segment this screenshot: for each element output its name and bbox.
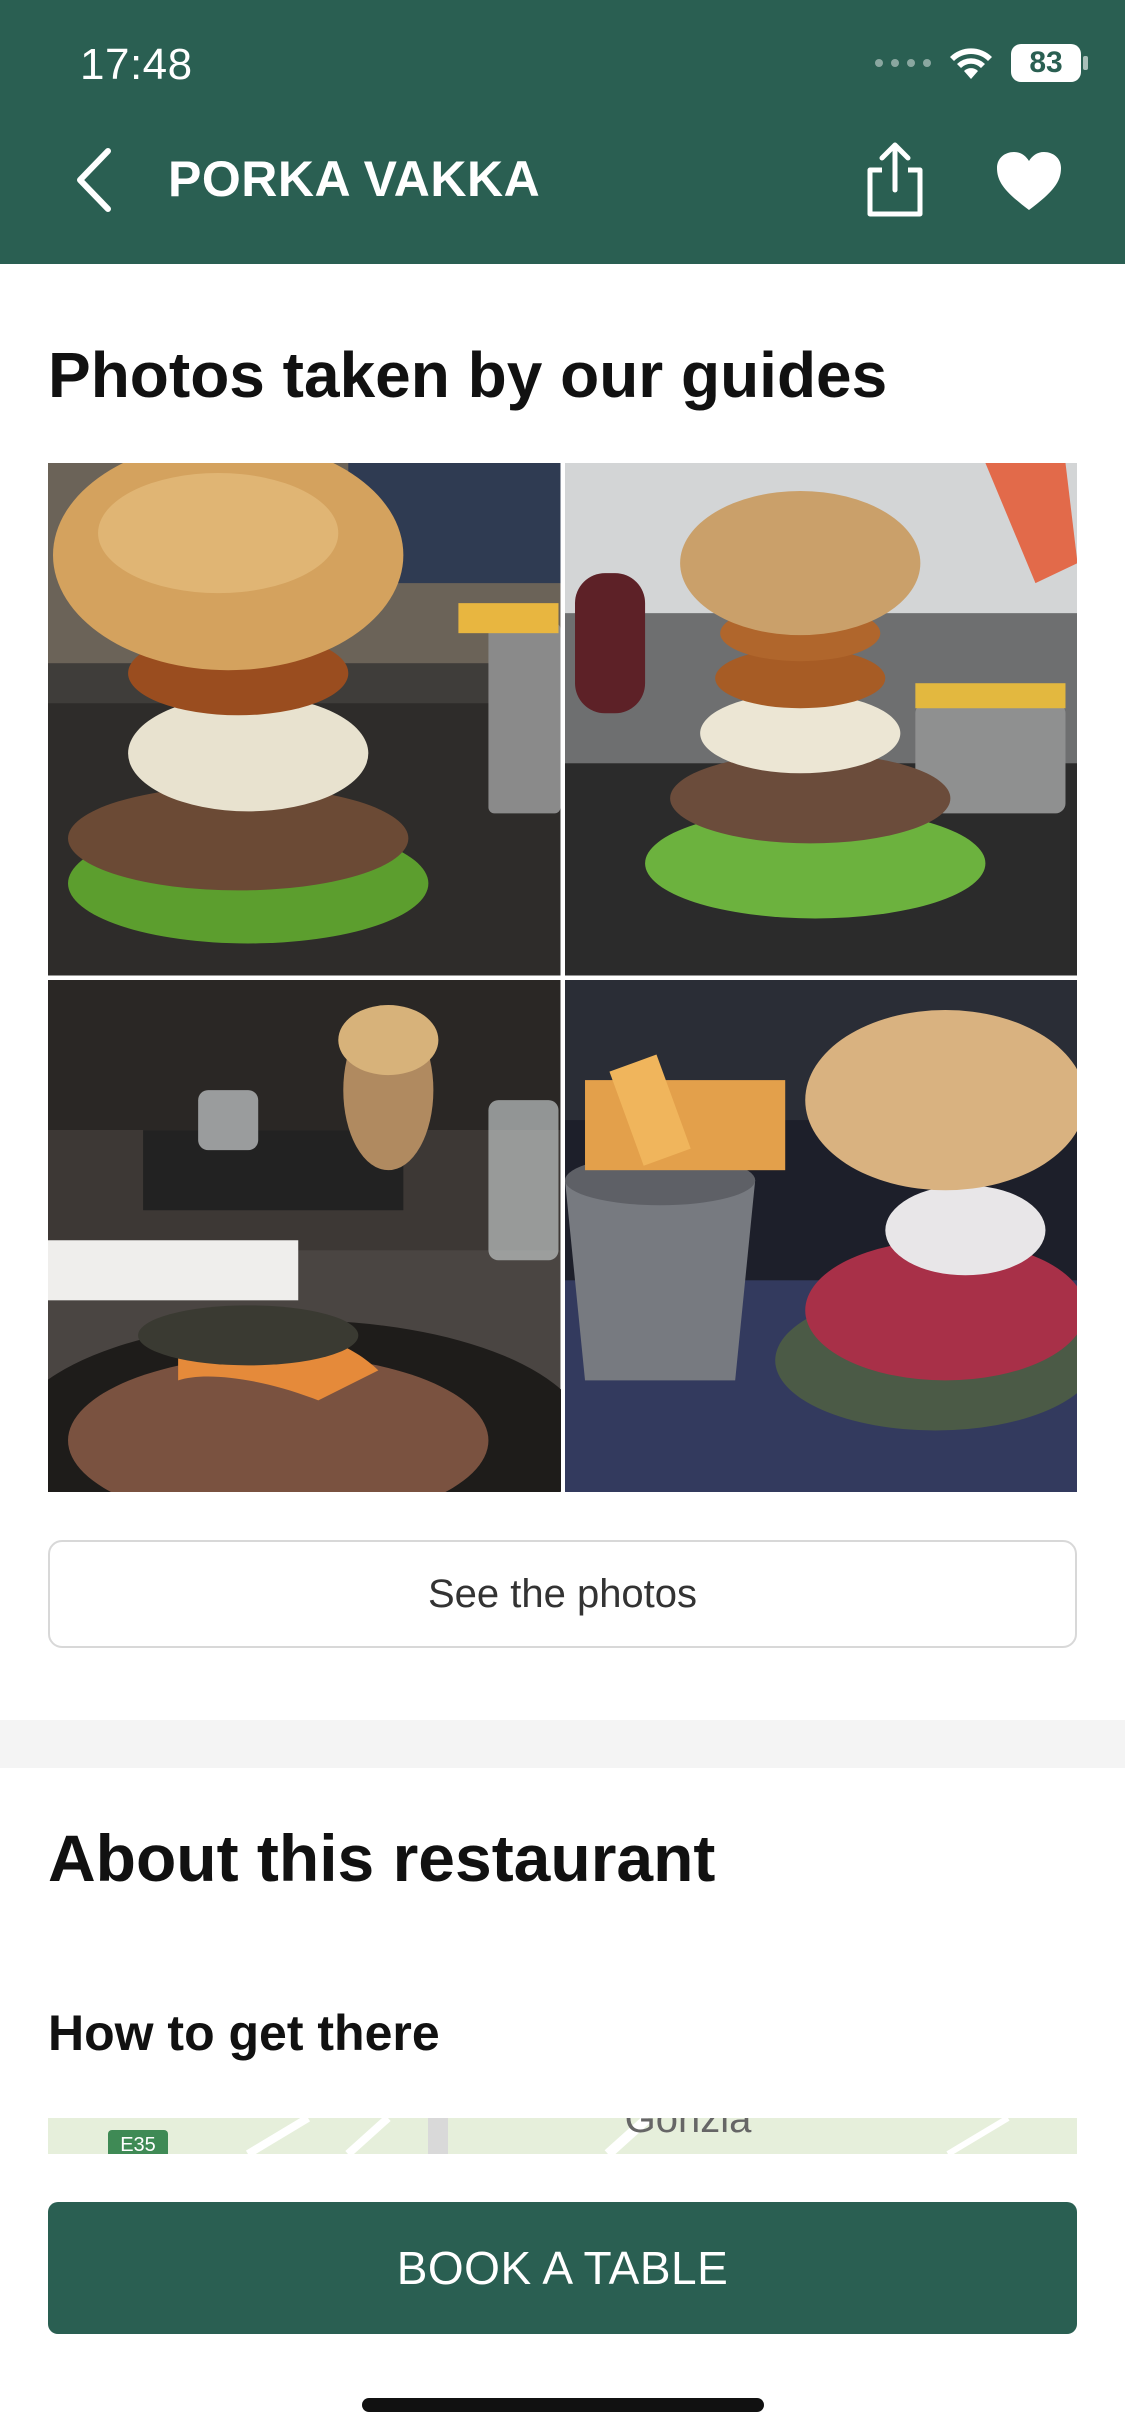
road-badge: E35 (120, 2134, 156, 2154)
map-preview[interactable]: E35 Gorizia (48, 2118, 1077, 2154)
see-photos-button[interactable]: See the photos (48, 1540, 1077, 1648)
how-to-get-there-title: How to get there (48, 2005, 440, 2061)
burger-photo[interactable] (48, 463, 561, 976)
heart-icon[interactable] (995, 150, 1063, 212)
wifi-icon (950, 48, 992, 79)
section-divider (0, 1720, 1125, 1768)
home-indicator (362, 2398, 764, 2412)
share-icon[interactable] (860, 140, 930, 220)
photo-grid (48, 463, 1077, 1492)
signal-icon (875, 59, 931, 67)
status-time: 17:48 (80, 40, 193, 89)
page-title: PORKA VAKKA (168, 151, 541, 207)
book-table-button[interactable]: BOOK A TABLE (48, 2202, 1077, 2334)
status-icons: 83 (875, 44, 1088, 82)
burger-photo[interactable] (564, 463, 1077, 976)
photos-section-title: Photos taken by our guides (48, 339, 888, 411)
burger-fries-photo[interactable] (564, 979, 1077, 1492)
battery-icon: 83 (1011, 44, 1088, 82)
back-icon[interactable] (70, 145, 120, 215)
about-section-title: About this restaurant (48, 1821, 716, 1895)
battery-level: 83 (1029, 46, 1063, 79)
steak-photo[interactable] (48, 979, 561, 1492)
map-city-label: Gorizia (625, 2118, 752, 2141)
app-header: 17:48 83 PORKA VAKKA (0, 0, 1125, 264)
